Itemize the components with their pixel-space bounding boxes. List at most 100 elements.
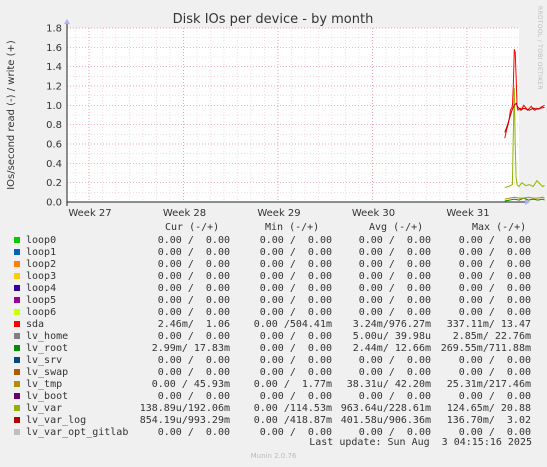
legend-swatch <box>14 405 20 411</box>
legend-max-value: 337.11m/ 13.47 <box>446 319 531 330</box>
legend-cur-value: 0.00 / 0.00 <box>157 259 230 270</box>
legend-avg-value: 0.00 / 0.00 <box>358 247 431 258</box>
x-tick-label: Week 29 <box>257 208 300 219</box>
chart-title: Disk IOs per device - by month <box>173 12 374 27</box>
legend-min-value: 0.00 / 0.00 <box>259 367 332 378</box>
y-tick-label: 0.4 <box>46 159 62 170</box>
last-update: Last update: Sun Aug 3 04:15:16 2025 <box>309 437 532 448</box>
legend-max-value: 124.65m/ 20.88 <box>446 403 531 414</box>
x-tick-label: Week 31 <box>446 208 489 219</box>
legend-series-name: loop2 <box>26 259 57 270</box>
legend-row-lv_home: lv_home 0.00 / 0.00 0.00 / 0.00 5.00u/ 39.9… <box>14 331 534 343</box>
legend-swatch <box>14 357 20 363</box>
legend-swatch <box>14 429 20 435</box>
legend-max-value: 0.00 / 0.00 <box>458 283 531 294</box>
rrdtool-credit: RRDTOOL / TOBI OETIKER <box>536 6 543 90</box>
legend-row-loop2: loop2 0.00 / 0.00 0.00 / 0.00 0.00 / 0.00 0.… <box>14 259 534 271</box>
legend-avg-value: 0.00 / 0.00 <box>358 355 431 366</box>
y-tick-label: 0.6 <box>46 140 62 151</box>
legend-avg-value: 963.64u/228.61m <box>340 403 431 414</box>
legend-series-name: lv_srv <box>26 355 63 366</box>
legend-avg-value: 3.24m/976.27m <box>352 319 431 330</box>
legend-row-loop0: loop0 0.00 / 0.00 0.00 / 0.00 0.00 / 0.00 0.… <box>14 235 534 247</box>
legend-row-lv_tmp: lv_tmp 0.00 / 45.93m 0.00 / 1.77m 38.31u/ 4… <box>14 379 534 391</box>
legend-min-value: 0.00 / 0.00 <box>259 235 332 246</box>
legend-row-lv_var_log: lv_var_log 854.19u/993.29m 0.00 /418.87m 40… <box>14 415 534 427</box>
legend-min-value: 0.00 /504.41m <box>253 319 332 330</box>
legend-row-loop3: loop3 0.00 / 0.00 0.00 / 0.00 0.00 / 0.00 0.… <box>14 271 534 283</box>
legend-min-value: 0.00 / 0.00 <box>259 343 332 354</box>
legend-avg-value: 0.00 / 0.00 <box>358 259 431 270</box>
chart-area: 0.0 0.2 0.4 0.6 0.8 1.0 1.2 1.4 1.6 1.8 Week 27 Wee… <box>0 0 547 230</box>
legend-row-lv_root: lv_root 2.99m/ 17.83m 0.00 / 0.00 2.44m/ 12… <box>14 343 534 355</box>
legend-cur-value: 0.00 / 0.00 <box>157 247 230 258</box>
legend-max-value: 0.00 / 0.00 <box>458 271 531 282</box>
y-tick-label: 0.0 <box>46 198 62 209</box>
legend-max-value: 25.31m/217.46m <box>446 379 531 390</box>
legend-swatch <box>14 393 20 399</box>
legend-cur-value: 2.46m/ 1.06 <box>157 319 230 330</box>
legend-row-loop4: loop4 0.00 / 0.00 0.00 / 0.00 0.00 / 0.00 0.… <box>14 283 534 295</box>
legend-cur-value: 0.00 / 0.00 <box>157 295 230 306</box>
legend-swatch <box>14 297 20 303</box>
legend-series-name: sda <box>26 319 45 330</box>
legend-cur-value: 0.00 / 0.00 <box>157 427 230 438</box>
legend-swatch <box>14 381 20 387</box>
legend-cur-value: 2.99m/ 17.83m <box>151 343 230 354</box>
legend-cur-value: 0.00 / 0.00 <box>157 331 230 342</box>
legend-max-value: 0.00 / 0.00 <box>458 367 531 378</box>
legend-min-value: 0.00 /418.87m <box>253 415 332 426</box>
legend-series-name: loop1 <box>26 247 57 258</box>
legend-min-value: 0.00 / 0.00 <box>259 271 332 282</box>
legend-min-value: 0.00 / 0.00 <box>259 259 332 270</box>
legend-swatch <box>14 345 20 351</box>
legend-cur-value: 0.00 / 0.00 <box>157 307 230 318</box>
y-tick-label: 0.2 <box>46 178 62 189</box>
disk-io-graph: 0.0 0.2 0.4 0.6 0.8 1.0 1.2 1.4 1.6 1.8 Week 27 Wee… <box>0 0 547 467</box>
legend-min-value: 0.00 / 0.00 <box>259 331 332 342</box>
legend-max-value: 0.00 / 0.00 <box>458 355 531 366</box>
legend-row-lv_srv: lv_srv 0.00 / 0.00 0.00 / 0.00 0.00 / 0.00 0… <box>14 355 534 367</box>
legend-series-name: loop6 <box>26 307 57 318</box>
legend-cur-value: 854.19u/993.29m <box>139 415 230 426</box>
legend-max-value: 269.55m/711.88m <box>440 343 531 354</box>
legend-max-value: 0.00 / 0.00 <box>458 235 531 246</box>
legend-avg-value: 0.00 / 0.00 <box>358 283 431 294</box>
y-tick-label: 1.6 <box>46 43 62 54</box>
legend-swatch <box>14 321 20 327</box>
y-tick-label: 1.2 <box>46 82 62 93</box>
x-tick-label: Week 27 <box>68 208 111 219</box>
legend-avg-value: 0.00 / 0.00 <box>358 307 431 318</box>
legend-avg-value: 5.00u/ 39.98u <box>352 331 431 342</box>
legend-min-value: 0.00 / 0.00 <box>259 247 332 258</box>
y-tick-label: 1.0 <box>46 101 62 112</box>
legend-series-name: lv_root <box>26 343 69 354</box>
legend-max-value: 0.00 / 0.00 <box>458 307 531 318</box>
legend-series-name: loop5 <box>26 295 57 306</box>
legend-avg-value: 0.00 / 0.00 <box>358 271 431 282</box>
y-tick-label: 1.4 <box>46 62 62 73</box>
legend-swatch <box>14 333 20 339</box>
legend-row-loop1: loop1 0.00 / 0.00 0.00 / 0.00 0.00 / 0.00 0.… <box>14 247 534 259</box>
legend-row-lv_boot: lv_boot 0.00 / 0.00 0.00 / 0.00 0.00 / 0.00… <box>14 391 534 403</box>
legend-swatch <box>14 369 20 375</box>
legend-swatch <box>14 273 20 279</box>
legend-cur-value: 0.00 / 0.00 <box>157 271 230 282</box>
legend-avg-value: 0.00 / 0.00 <box>358 235 431 246</box>
legend-cur-value: 0.00 / 0.00 <box>157 283 230 294</box>
legend-min-value: 0.00 / 0.00 <box>259 283 332 294</box>
legend-series-name: lv_var_log <box>26 415 87 426</box>
legend-header-min: Min (-/+) <box>265 222 320 233</box>
legend-swatch <box>14 249 20 255</box>
legend-row-sda: sda 2.46m/ 1.06 0.00 /504.41m 3.24m/976.27m… <box>14 319 534 331</box>
legend-cur-value: 138.89u/192.06m <box>139 403 230 414</box>
legend-series-name: lv_boot <box>26 391 69 402</box>
y-tick-label: 0.8 <box>46 120 62 131</box>
legend-min-value: 0.00 /114.53m <box>253 403 332 414</box>
legend-max-value: 0.00 / 0.00 <box>458 247 531 258</box>
legend-cur-value: 0.00 / 0.00 <box>157 391 230 402</box>
munin-version: Munin 2.0.76 <box>250 452 297 460</box>
legend-swatch <box>14 417 20 423</box>
legend-row-lv_swap: lv_swap 0.00 / 0.00 0.00 / 0.00 0.00 / 0.00… <box>14 367 534 379</box>
legend-series-name: loop3 <box>26 271 57 282</box>
